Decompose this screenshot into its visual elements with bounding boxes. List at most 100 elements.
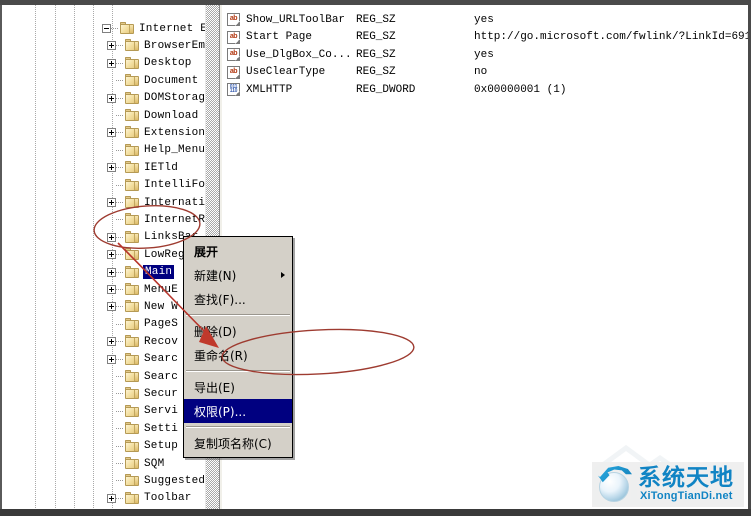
tree-item-document-w[interactable]: Document W <box>107 72 205 89</box>
tree-connector-line <box>116 80 124 82</box>
menu-item-1[interactable]: 新建(N) <box>184 263 292 287</box>
menu-item-4[interactable]: 删除(D) <box>184 319 292 343</box>
tree-item-searc[interactable]: Searc <box>107 368 178 385</box>
menu-item-label: 删除(D) <box>194 324 237 339</box>
tree-item-setup[interactable]: Setup <box>107 438 178 455</box>
value-row[interactable]: ab Use_DlgBox_Co... REG_SZ yes <box>223 46 494 63</box>
tree-item-desktop[interactable]: Desktop <box>107 55 192 72</box>
menu-item-2[interactable]: 查找(F)... <box>184 287 292 311</box>
tree-expander-spacer <box>107 215 116 224</box>
expand-plus-icon[interactable] <box>107 128 116 138</box>
menu-item-10[interactable]: 复制项名称(C) <box>184 431 292 455</box>
tree-item-label: SQM <box>144 457 165 470</box>
value-row[interactable]: ab Start Page REG_SZ http://go.microsoft.co… <box>223 29 748 46</box>
collapse-minus-icon[interactable] <box>102 24 111 33</box>
tree-item-internatio[interactable]: Internatio <box>107 194 205 211</box>
tree-item-main[interactable]: Main <box>107 264 175 281</box>
registry-key-folder-icon <box>125 387 140 400</box>
menu-item-label: 导出(E) <box>194 380 235 395</box>
tree-item-ietld[interactable]: IETld <box>107 159 178 176</box>
value-row[interactable]: 011 110 XMLHTTP REG_DWORD 0x00000001 (1) <box>223 81 566 98</box>
tree-connector-line <box>116 393 124 395</box>
registry-key-folder-icon <box>125 439 140 453</box>
tree-connector-line <box>116 236 124 238</box>
tree-item-download[interactable]: Download <box>107 107 198 124</box>
tree-connector-line <box>116 45 124 47</box>
tree-item-toolbar[interactable]: Toolbar <box>107 490 192 507</box>
tree-item-label: Setup <box>144 440 179 453</box>
tree-item-secur[interactable]: Secur <box>107 385 178 402</box>
tree-expander-spacer <box>107 407 116 416</box>
tree-item-setti[interactable]: Setti <box>107 420 178 437</box>
registry-key-tree[interactable]: Internet Expl BrowserEmu Desktop Document W… <box>2 5 205 509</box>
tree-item-extensions[interactable]: Extensions <box>107 124 205 141</box>
value-row[interactable]: ab Show_URLToolBar REG_SZ yes <box>223 11 494 28</box>
expand-plus-icon[interactable] <box>107 354 116 364</box>
expand-plus-icon[interactable] <box>107 198 116 207</box>
menu-item-7[interactable]: 导出(E) <box>184 375 292 399</box>
menu-item-5[interactable]: 重命名(R) <box>184 343 292 367</box>
tree-item-suggested[interactable]: Suggested <box>107 472 205 489</box>
tree-item-internet-expl[interactable]: Internet Expl <box>102 20 205 37</box>
registry-values-list[interactable]: ab Show_URLToolBar REG_SZ yes ab Start Page RE… <box>223 5 748 509</box>
expand-plus-icon[interactable] <box>107 267 116 277</box>
registry-key-folder-icon <box>125 196 140 209</box>
registry-key-folder-icon <box>125 39 140 52</box>
registry-key-folder-icon <box>125 161 140 174</box>
tree-item-label: Extensions <box>144 126 205 139</box>
registry-key-folder-icon <box>120 22 135 35</box>
tree-guide-line <box>74 5 75 509</box>
tree-item-menue[interactable]: MenuE <box>107 281 178 298</box>
tree-item-label: Internatio <box>144 196 205 209</box>
tree-item-intellifor[interactable]: IntelliFor <box>107 177 205 194</box>
expand-plus-icon[interactable] <box>107 493 116 503</box>
tree-item-servi[interactable]: Servi <box>107 403 178 420</box>
tree-connector-line <box>116 184 124 186</box>
expand-plus-icon[interactable] <box>107 302 116 312</box>
tree-item-label: DOMStorage <box>144 92 205 105</box>
tree-connector-line <box>116 115 124 116</box>
registry-key-folder-icon <box>125 300 140 313</box>
expand-plus-icon[interactable] <box>107 93 116 103</box>
value-row[interactable]: ab UseClearType REG_SZ no <box>223 64 487 81</box>
registry-key-folder-icon <box>125 109 140 122</box>
registry-key-folder-icon <box>125 335 140 348</box>
expand-plus-icon[interactable] <box>107 163 116 173</box>
tree-item-pages[interactable]: PageS <box>107 316 178 333</box>
tree-item-searc[interactable]: Searc <box>107 351 178 368</box>
tree-connector-line <box>116 219 124 221</box>
registry-key-folder-icon <box>125 126 140 139</box>
menu-item-0[interactable]: 展开 <box>184 239 292 263</box>
tree-item-label: Suggested <box>144 474 205 487</box>
tree-expander-spacer <box>107 442 116 451</box>
string-value-icon: ab <box>227 65 241 79</box>
tree-item-help-menu[interactable]: Help_Menu_ <box>107 142 205 159</box>
expand-plus-icon[interactable] <box>107 285 116 294</box>
expand-plus-icon[interactable] <box>107 337 116 347</box>
tree-item-recov[interactable]: Recov <box>107 333 178 350</box>
tree-item-sqm[interactable]: SQM <box>107 455 164 472</box>
tree-expander-spacer <box>107 476 116 485</box>
tree-item-browseremu[interactable]: BrowserEmu <box>107 37 205 54</box>
value-name: Start Page <box>246 31 313 44</box>
tree-connector-line <box>116 323 124 325</box>
menu-item-label: 权限(P)... <box>194 404 247 419</box>
menu-item-8[interactable]: 权限(P)... <box>184 399 292 423</box>
tree-guide-line <box>55 5 56 509</box>
tree-connector-line <box>116 132 124 134</box>
expand-plus-icon[interactable] <box>107 250 116 260</box>
registry-key-folder-icon <box>125 422 140 435</box>
tree-item-internetre[interactable]: InternetRe <box>107 211 205 228</box>
tree-item-label: Desktop <box>144 57 192 70</box>
registry-key-folder-icon <box>125 178 140 192</box>
expand-plus-icon[interactable] <box>107 232 116 242</box>
context-menu[interactable]: 展开 新建(N) 查找(F)... 删除(D) 重命名(R) 导出(E) 权限(P)... 复… <box>183 236 293 458</box>
tree-item-label: Servi <box>144 405 179 418</box>
tree-expander-spacer <box>107 424 116 433</box>
expand-plus-icon[interactable] <box>107 58 116 68</box>
tree-item-label: Searc <box>144 370 179 383</box>
registry-key-folder-icon <box>125 248 140 261</box>
tree-item-new-w[interactable]: New W <box>107 298 178 315</box>
tree-item-domstorage[interactable]: DOMStorage <box>107 90 205 107</box>
expand-plus-icon[interactable] <box>107 41 116 51</box>
